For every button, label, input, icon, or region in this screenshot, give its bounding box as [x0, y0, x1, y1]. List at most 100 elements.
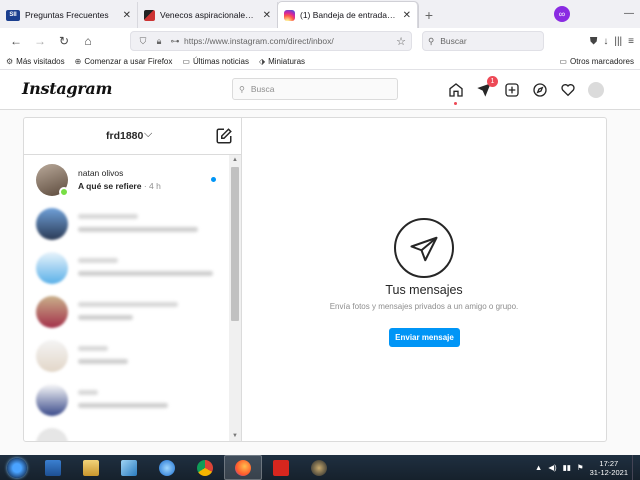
blurred-thread[interactable] — [24, 288, 230, 332]
home-icon[interactable]: ⌂ — [78, 31, 98, 51]
thread-name: natan olivos — [78, 168, 124, 178]
media-player-app[interactable] — [34, 455, 72, 480]
bookmark-otros-marcadores[interactable]: ▭ Otros marcadores — [559, 57, 634, 66]
firefox-app[interactable] — [224, 455, 262, 480]
bookmark-ultimas-noticias[interactable]: ▭ Últimas noticias — [182, 57, 249, 66]
redacted-text — [78, 302, 178, 307]
system-clock[interactable]: 17:27 31-12-2021 — [590, 459, 628, 477]
thread-natan-olivos[interactable]: natan olivos A qué se refiere · 4 h — [24, 155, 230, 200]
globe-icon: ⊕ — [74, 57, 82, 66]
acrobat-app[interactable] — [262, 455, 300, 480]
sii-favicon-icon: SII — [6, 9, 20, 21]
thread-list: natan olivos A qué se refiere · 4 h — [24, 155, 230, 441]
redacted-text — [78, 403, 168, 408]
notes-icon — [121, 459, 137, 476]
close-tab-icon[interactable]: ✕ — [403, 10, 411, 21]
address-bar[interactable]: ⛉ 🔒︎ ⊶ https://www.instagram.com/direct/… — [130, 31, 412, 51]
library-icon[interactable]: ||| — [614, 36, 622, 47]
search-icon: ⚲ — [428, 35, 435, 46]
close-tab-icon[interactable]: ✕ — [123, 10, 131, 21]
new-tab-button[interactable]: + — [418, 2, 440, 28]
account-switcher-username[interactable]: frd1880 — [106, 130, 143, 142]
minimize-icon[interactable]: — — [624, 8, 634, 19]
redacted-text — [78, 346, 108, 351]
avatar — [36, 384, 68, 416]
search-input[interactable]: ⚲ Busca — [232, 78, 398, 100]
acrobat-icon — [273, 459, 289, 476]
internet-explorer-icon — [159, 459, 175, 476]
notification-badge: 1 — [487, 76, 498, 87]
empty-state-subtitle: Envía fotos y mensajes privados a un ami… — [329, 302, 519, 311]
online-status-dot — [59, 187, 69, 197]
tab-instagram-inbox[interactable]: (1) Bandeja de entrada • Direct ✕ — [278, 2, 418, 28]
league-icon — [311, 459, 327, 476]
league-of-legends-app[interactable] — [300, 455, 338, 480]
internet-explorer-app[interactable] — [148, 455, 186, 480]
blurred-thread[interactable] — [24, 376, 230, 420]
network-icon[interactable]: ▮▮ — [563, 463, 571, 472]
avatar — [36, 340, 68, 372]
action-center-flag-icon[interactable]: ⚑ — [577, 463, 584, 472]
blurred-thread[interactable] — [24, 244, 230, 288]
scroll-thumb[interactable] — [231, 167, 239, 321]
redacted-text — [78, 214, 138, 219]
reload-icon[interactable]: ↻ — [54, 31, 74, 51]
url-text[interactable]: https://www.instagram.com/direct/inbox/ — [184, 36, 396, 46]
direct-messages-icon[interactable]: 1 — [474, 76, 498, 100]
redacted-text — [78, 258, 118, 263]
back-arrow-icon[interactable]: ← — [6, 31, 26, 51]
close-tab-icon[interactable]: ✕ — [263, 10, 271, 21]
avatar — [36, 296, 68, 328]
search-bar[interactable]: ⚲ Buscar — [422, 31, 544, 51]
tray-expand-icon[interactable]: ▲ — [535, 463, 542, 472]
avatar — [36, 164, 69, 197]
bookmark-star-icon[interactable]: ☆ — [396, 35, 406, 48]
tab-bar: SII Preguntas Frecuentes ✕ Venecos aspir… — [0, 0, 640, 28]
volume-icon[interactable]: ◀) — [548, 463, 556, 472]
tab-venecos[interactable]: Venecos aspiracionales, experien ✕ — [138, 2, 278, 28]
forward-arrow-icon[interactable]: → — [30, 31, 50, 51]
clock-date: 31-12-2021 — [589, 467, 628, 477]
bookmark-mas-visitados[interactable]: ⚙ Más visitados — [6, 57, 65, 66]
tab-preguntas-frecuentes[interactable]: SII Preguntas Frecuentes ✕ — [0, 2, 138, 28]
lock-icon[interactable]: 🔒︎ — [152, 36, 166, 47]
bookmark-label: Miniaturas — [268, 57, 306, 66]
scroll-up-arrow-icon[interactable]: ▲ — [229, 155, 241, 165]
shield-icon[interactable]: ⛉ — [136, 36, 150, 47]
thread-list-scrollbar[interactable]: ▲ ▼ — [229, 155, 241, 441]
redacted-text — [78, 359, 128, 364]
blurred-thread[interactable] — [24, 420, 230, 441]
blurred-thread[interactable] — [24, 332, 230, 376]
chrome-app[interactable] — [186, 455, 224, 480]
new-post-icon[interactable] — [502, 80, 522, 100]
scroll-down-arrow-icon[interactable]: ▼ — [229, 431, 241, 441]
compose-message-icon[interactable] — [215, 127, 233, 145]
chevron-down-icon[interactable]: ⌵ — [144, 128, 152, 141]
redacted-text — [78, 271, 213, 276]
private-mask-icon[interactable]: ∞ — [554, 6, 570, 22]
show-desktop-button[interactable] — [632, 455, 640, 480]
bookmark-comenzar-firefox[interactable]: ⊕ Comenzar a usar Firefox — [75, 57, 173, 66]
home-icon[interactable] — [446, 80, 466, 105]
profile-avatar[interactable] — [586, 80, 606, 100]
menu-icon[interactable]: ≡ — [628, 36, 634, 47]
windows-logo-icon — [7, 457, 27, 478]
activity-heart-icon[interactable] — [558, 80, 578, 100]
file-explorer-app[interactable] — [72, 455, 110, 480]
pocket-icon[interactable]: ⛊ — [590, 36, 598, 47]
avatar — [36, 208, 68, 240]
notes-app[interactable] — [110, 455, 148, 480]
bookmark-miniaturas[interactable]: ⬗ Miniaturas — [259, 57, 305, 66]
blurred-thread[interactable] — [24, 200, 230, 244]
chrome-icon — [197, 459, 213, 476]
tag-icon: ⬗ — [258, 57, 266, 66]
instagram-logo[interactable]: Instagram — [22, 79, 112, 98]
start-button[interactable] — [0, 455, 34, 480]
folder-icon — [83, 459, 99, 476]
explore-compass-icon[interactable] — [530, 80, 550, 100]
permissions-key-icon[interactable]: ⊶ — [168, 36, 182, 47]
unread-dot — [211, 177, 216, 182]
downloads-icon[interactable]: ↓ — [603, 36, 608, 47]
send-message-button[interactable]: Enviar mensaje — [389, 328, 460, 347]
empty-conversation-pane: Tus mensajes Envía fotos y mensajes priv… — [242, 118, 606, 441]
